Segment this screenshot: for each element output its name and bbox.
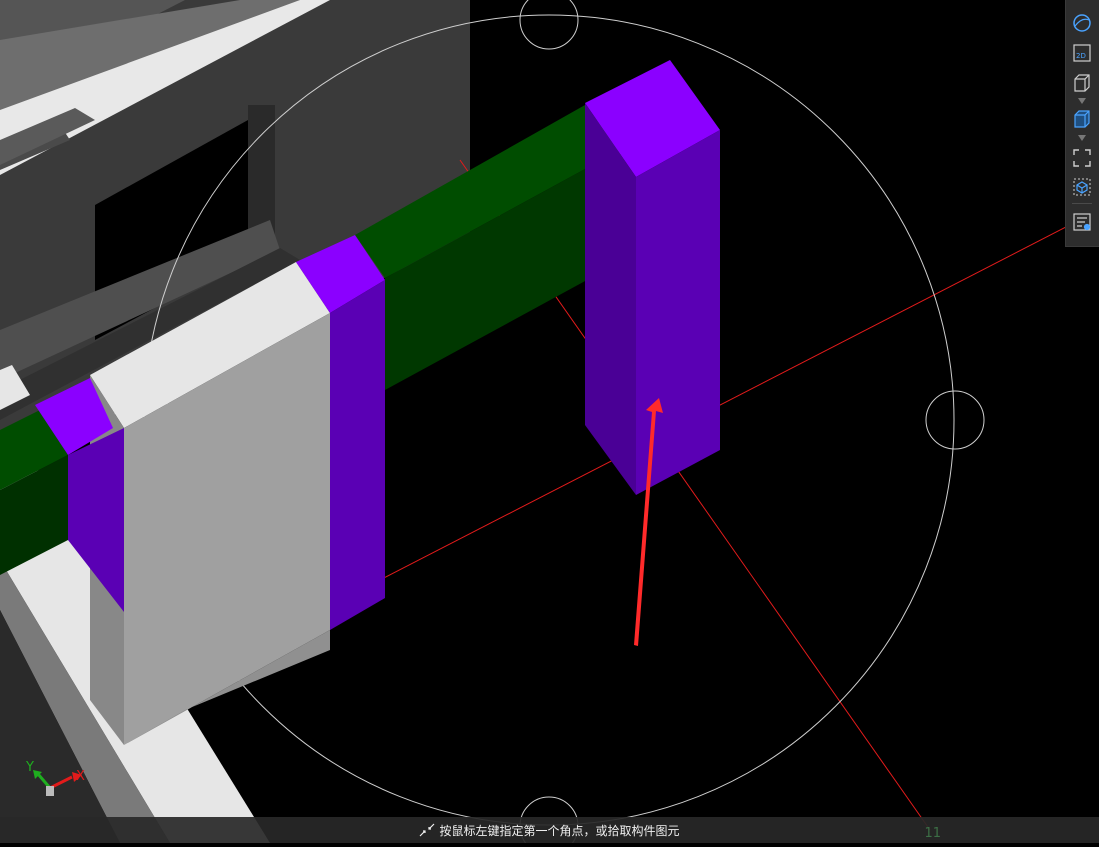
caret-down-icon[interactable] (1078, 98, 1086, 104)
status-bar: 按鼠标左键指定第一个角点，或拾取构件图元 11 (0, 817, 1099, 843)
cursor-hint-icon (420, 823, 435, 837)
zoom-extents-icon[interactable] (1071, 147, 1093, 169)
status-value: 11 (924, 826, 941, 841)
local-3d-icon[interactable] (1071, 176, 1093, 198)
toolbar-divider (1072, 203, 1092, 204)
caret-down-icon[interactable] (1078, 135, 1086, 141)
view-toolbar: 2D (1065, 0, 1099, 247)
svg-text:2D: 2D (1076, 52, 1086, 60)
2d-view-icon[interactable]: 2D (1071, 42, 1093, 64)
axis-x-label: X (76, 769, 85, 784)
3d-viewport[interactable]: X Y (0, 0, 1099, 847)
status-prompt: 按鼠标左键指定第一个角点，或拾取构件图元 (439, 823, 680, 838)
properties-list-icon[interactable] (1071, 211, 1093, 233)
axis-y-label: Y (25, 760, 34, 775)
3d-box-view-icon[interactable] (1071, 72, 1093, 94)
3d-shaded-view-icon[interactable] (1071, 108, 1093, 130)
3d-scene[interactable]: X Y (0, 0, 1099, 847)
orbit-view-icon[interactable] (1071, 12, 1093, 34)
